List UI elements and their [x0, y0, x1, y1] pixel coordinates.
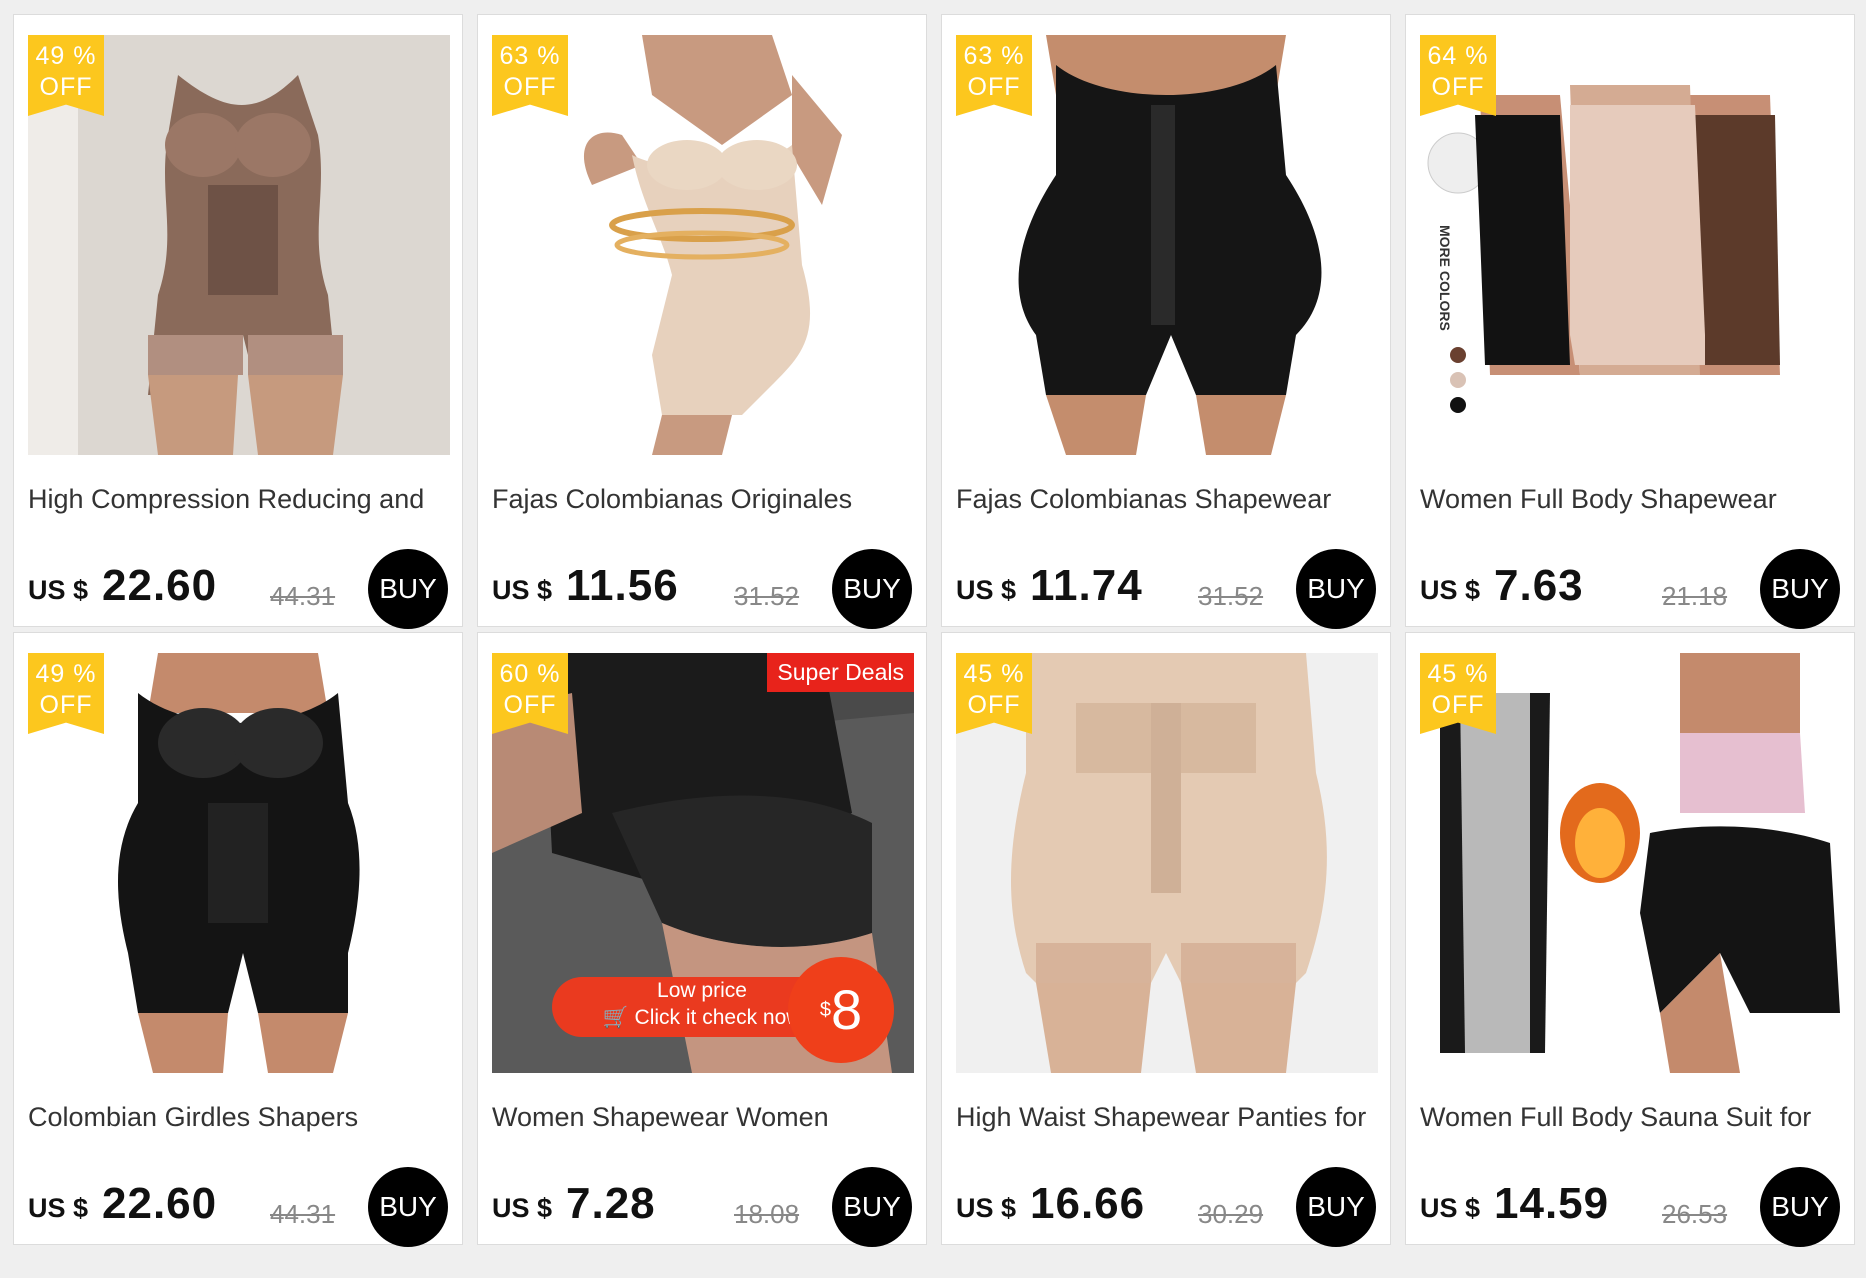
cart-icon: 🛒 — [602, 1006, 629, 1029]
currency-label: US $ — [492, 1193, 553, 1223]
sale-price: 11.56 — [566, 561, 679, 610]
discount-percent: 45 % — [963, 660, 1025, 688]
buy-button[interactable]: BUY — [368, 1167, 448, 1247]
price-row: US $ 7.63 21.18 BUY — [1420, 549, 1840, 629]
product-grid: 49 % OFF High Compression Reducing and U… — [13, 14, 1855, 1247]
discount-percent: 64 % — [1427, 42, 1489, 70]
price-circle-currency: $ — [819, 999, 831, 1021]
click-check-label: Click it check now — [634, 1006, 802, 1029]
product-card[interactable]: 63 % OFF Fajas Colombianas Originales US… — [477, 14, 927, 629]
discount-percent: 49 % — [35, 42, 97, 70]
discount-off-label: OFF — [39, 73, 93, 101]
discount-off-label: OFF — [967, 73, 1021, 101]
discount-badge: 49 % OFF — [28, 653, 104, 734]
sale-price: 22.60 — [102, 1179, 218, 1228]
product-title[interactable]: Fajas Colombianas Shapewear — [956, 483, 1386, 515]
discount-off-label: OFF — [1431, 73, 1485, 101]
sale-price: 22.60 — [102, 561, 218, 610]
buy-button[interactable]: BUY — [1760, 549, 1840, 629]
product-card[interactable]: 49 % OFF High Compression Reducing and U… — [13, 14, 463, 629]
original-price: 18.08 — [734, 1199, 800, 1229]
discount-badge: 63 % OFF — [492, 35, 568, 116]
price-row: US $ 22.60 44.31 BUY — [28, 1167, 448, 1247]
currency-label: US $ — [28, 1193, 89, 1223]
discount-off-label: OFF — [39, 691, 93, 719]
price-row: US $ 11.56 31.52 BUY — [492, 549, 912, 629]
buy-button[interactable]: BUY — [1296, 1167, 1376, 1247]
currency-label: US $ — [1420, 1193, 1481, 1223]
discount-badge: 60 % OFF — [492, 653, 568, 734]
original-price: 31.52 — [734, 581, 800, 611]
original-price: 21.18 — [1662, 581, 1728, 611]
product-title[interactable]: Fajas Colombianas Originales — [492, 483, 922, 515]
product-title[interactable]: Colombian Girdles Shapers — [28, 1101, 458, 1133]
product-card[interactable]: Super Deals Low price 🛒 Click it check n… — [477, 632, 927, 1247]
price-row: US $ 16.66 30.29 BUY — [956, 1167, 1376, 1247]
product-title[interactable]: High Waist Shapewear Panties for — [956, 1101, 1386, 1133]
product-title[interactable]: High Compression Reducing and — [28, 483, 458, 515]
price-row: US $ 14.59 26.53 BUY — [1420, 1167, 1840, 1247]
currency-label: US $ — [28, 575, 89, 605]
product-card[interactable]: 63 % OFF Fajas Colombianas Shapewear US … — [941, 14, 1391, 629]
price-circle-amount: 8 — [830, 978, 863, 1041]
price-row: US $ 11.74 31.52 BUY — [956, 549, 1376, 629]
discount-off-label: OFF — [503, 691, 557, 719]
product-card[interactable]: 49 % OFF Colombian Girdles Shapers US $ … — [13, 632, 463, 1247]
original-price: 26.53 — [1662, 1199, 1728, 1229]
discount-badge: 45 % OFF — [1420, 653, 1496, 734]
discount-off-label: OFF — [1431, 691, 1485, 719]
currency-label: US $ — [956, 575, 1017, 605]
original-price: 31.52 — [1198, 581, 1264, 611]
discount-percent: 45 % — [1427, 660, 1489, 688]
currency-label: US $ — [956, 1193, 1017, 1223]
super-deals-tag: Super Deals — [767, 653, 914, 692]
sale-price: 16.66 — [1030, 1179, 1146, 1228]
original-price: 44.31 — [270, 581, 336, 611]
buy-button[interactable]: BUY — [368, 549, 448, 629]
sale-price: 11.74 — [1030, 561, 1143, 610]
price-circle: $8 — [788, 957, 894, 1063]
original-price: 30.29 — [1198, 1199, 1264, 1229]
buy-button[interactable]: BUY — [1296, 549, 1376, 629]
product-title[interactable]: Women Full Body Sauna Suit for — [1420, 1101, 1850, 1133]
discount-percent: 63 % — [499, 42, 561, 70]
discount-badge: 45 % OFF — [956, 653, 1032, 734]
product-card[interactable]: 45 % OFF High Waist Shapewear Panties fo… — [941, 632, 1391, 1247]
sale-price: 7.28 — [566, 1179, 656, 1228]
product-title[interactable]: Women Full Body Shapewear — [1420, 483, 1850, 515]
buy-button[interactable]: BUY — [832, 1167, 912, 1247]
product-card[interactable]: 45 % OFF Women Full Body Sauna Suit for … — [1405, 632, 1855, 1247]
discount-off-label: OFF — [967, 691, 1021, 719]
product-title[interactable]: Women Shapewear Women — [492, 1101, 922, 1133]
discount-badge: 63 % OFF — [956, 35, 1032, 116]
discount-percent: 63 % — [963, 42, 1025, 70]
discount-percent: 49 % — [35, 660, 97, 688]
buy-button[interactable]: BUY — [832, 549, 912, 629]
discount-badge: 64 % OFF — [1420, 35, 1496, 116]
original-price: 44.31 — [270, 1199, 336, 1229]
more-colors-text: MORE COLORS — [1437, 225, 1453, 331]
discount-off-label: OFF — [503, 73, 557, 101]
currency-label: US $ — [492, 575, 553, 605]
buy-button[interactable]: BUY — [1760, 1167, 1840, 1247]
sale-price: 7.63 — [1494, 561, 1584, 610]
product-card[interactable]: MORE COLORS 64 % OFF Women Full Body Sha… — [1405, 14, 1855, 629]
currency-label: US $ — [1420, 575, 1481, 605]
discount-percent: 60 % — [499, 660, 561, 688]
price-row: US $ 7.28 18.08 BUY — [492, 1167, 912, 1247]
sale-price: 14.59 — [1494, 1179, 1610, 1228]
price-row: US $ 22.60 44.31 BUY — [28, 549, 448, 629]
discount-badge: 49 % OFF — [28, 35, 104, 116]
